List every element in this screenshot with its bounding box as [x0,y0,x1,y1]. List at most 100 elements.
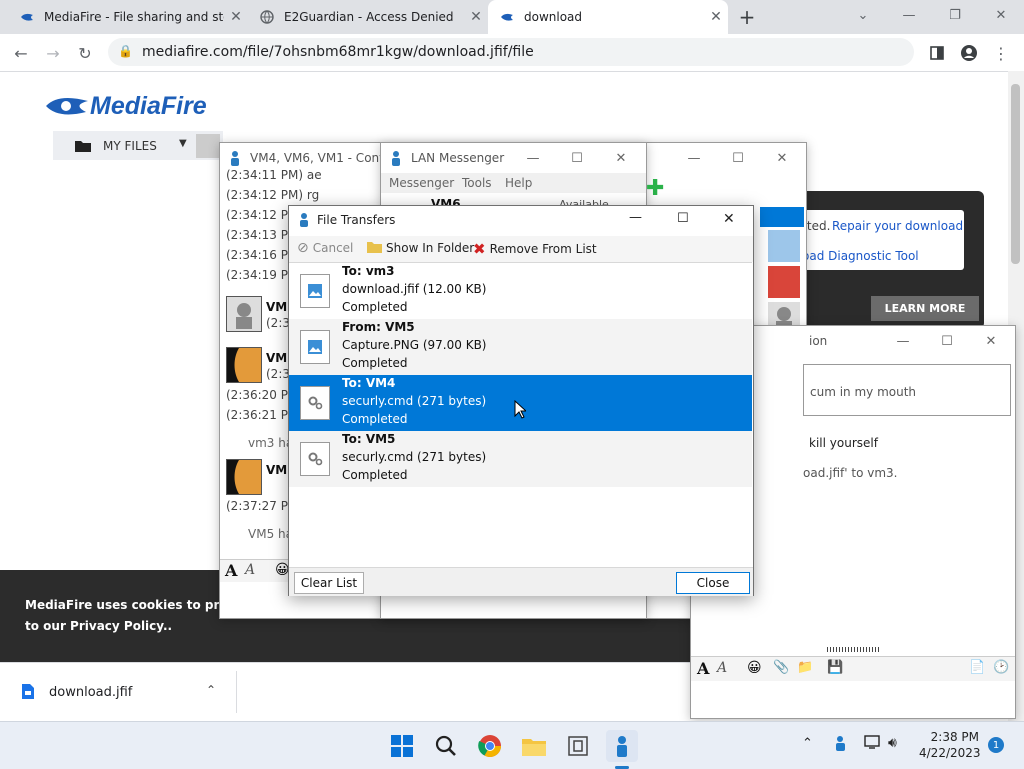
transfer-header: To: VM5 [342,432,396,446]
minimize-icon[interactable]: — [881,326,925,356]
profile-icon[interactable] [956,40,982,66]
close-tab-icon[interactable]: ✕ [464,9,488,25]
file-transfers-titlebar: File Transfers — ☐ ✕ [289,206,753,234]
file-explorer-icon[interactable] [518,730,550,762]
transfer-row[interactable]: To: vm3 download.jfif (12.00 KB) Complet… [289,263,752,319]
add-contact-icon[interactable]: ✚ [646,176,668,201]
chevron-up-icon[interactable]: ⌃ [206,683,216,697]
download-item-name[interactable]: download.jfif [49,685,132,700]
folder-icon [75,139,91,155]
close-tab-icon[interactable]: ✕ [224,9,248,25]
chrome-icon[interactable] [474,730,506,762]
repair-download-link[interactable]: Repair your download [832,219,963,233]
close-icon[interactable]: ✕ [760,143,804,173]
emoticon-icon[interactable]: 😀 [747,660,762,676]
lock-icon: 🔒 [118,44,133,58]
diagnostic-tool-link[interactable]: oad Diagnostic Tool [802,249,919,263]
volume-icon[interactable]: 🔊︎ [888,735,897,751]
reload-icon[interactable]: ↻ [72,40,98,66]
forward-icon[interactable]: → [40,40,66,66]
font-color-icon[interactable]: A [717,660,727,676]
tab-search-icon[interactable]: ⌄ [840,0,886,30]
tab-e2guardian[interactable]: E2Guardian - Access Denied ✕ [248,0,488,34]
user-avatar[interactable] [196,134,220,158]
chat-message: (2:34:11 PM) ae [226,168,322,182]
minimize-icon[interactable]: — [511,143,555,173]
show-in-folder-button[interactable]: Show In Folder [367,240,474,256]
close-tab-icon[interactable]: ✕ [704,9,728,25]
close-window-icon[interactable]: ✕ [978,0,1024,30]
selected-contact[interactable] [760,207,804,227]
cancel-button[interactable]: ⊘ Cancel [297,240,353,256]
network-icon[interactable] [864,734,882,753]
app-icon[interactable] [562,730,594,762]
search-icon[interactable] [430,730,462,762]
send-file-icon[interactable]: 📎 [773,660,789,675]
close-icon[interactable]: ✕ [969,326,1013,356]
side-panel-icon[interactable] [924,40,950,66]
tab-title: download [524,10,583,24]
more-menu-icon[interactable]: ⋮ [988,40,1014,66]
transfer-row[interactable]: To: VM5 securly.cmd (271 bytes) Complete… [289,431,752,487]
remove-x-icon: ✖ [473,240,486,258]
minimize-icon[interactable]: — [886,0,932,30]
maximize-icon[interactable]: ☐ [925,326,969,356]
transfer-file: securly.cmd (271 bytes) [342,450,487,464]
transcript-icon[interactable]: 📄 [969,660,985,675]
back-icon[interactable]: ← [8,40,34,66]
message-text: cum in my mouth [810,385,917,399]
tab-download[interactable]: download ✕ [488,0,728,34]
url-text: mediafire.com/file/7ohsnbm68mr1kgw/downl… [142,44,534,60]
resize-grip[interactable] [827,647,881,652]
windows-start-icon[interactable] [386,730,418,762]
privacy-policy-link[interactable]: to our Privacy Policy.. [25,619,172,633]
chevron-up-icon[interactable]: ⌃ [802,736,813,751]
mediafire-favicon-icon [20,10,34,24]
avatar [226,347,262,383]
mediafire-logo[interactable]: MediaFire [44,92,207,121]
address-bar[interactable]: 🔒 mediafire.com/file/7ohsnbm68mr1kgw/dow… [108,38,914,66]
transfer-row[interactable]: From: VM5 Capture.PNG (97.00 KB) Complet… [289,319,752,375]
clock-time[interactable]: 2:38 PM [929,730,979,744]
clock-date[interactable]: 4/22/2023 [919,746,981,760]
chat-message: (2:3 [266,316,290,330]
save-icon[interactable]: 💾 [827,660,843,675]
restore-icon[interactable]: ❐ [932,0,978,30]
chevron-down-icon[interactable]: ▼ [179,138,187,149]
close-icon[interactable]: ✕ [723,211,735,227]
lan-messenger-tray-icon[interactable] [834,735,847,754]
maximize-icon[interactable]: ☐ [716,143,760,173]
minimize-icon[interactable]: — [629,210,642,225]
font-color-icon[interactable]: A [245,562,255,578]
notification-badge[interactable]: 1 [988,737,1004,753]
remove-from-list-button[interactable]: ✖ Remove From List [473,240,597,258]
font-icon[interactable]: A [697,659,709,678]
mouse-cursor-icon [514,399,528,422]
close-button[interactable]: Close [676,572,750,594]
transfer-status: Completed [342,468,408,482]
new-tab-button[interactable]: + [736,6,758,28]
folder-icon [367,240,382,256]
send-folder-icon[interactable]: 📁 [797,660,813,675]
menu-help[interactable]: Help [505,176,532,190]
font-icon[interactable]: A [225,561,237,580]
chat-notice: VM5 ha [248,527,293,541]
lan-messenger-taskbar-icon[interactable] [606,730,638,762]
menu-messenger[interactable]: Messenger [389,176,454,190]
avatar [768,266,800,298]
mediafire-flame-icon [46,97,88,115]
learn-more-button[interactable]: LEARN MORE [871,296,979,321]
maximize-icon[interactable]: ☐ [555,143,599,173]
chat-message: (2:3 [266,367,290,381]
my-files-label: MY FILES [103,139,157,153]
minimize-icon[interactable]: — [672,143,716,173]
tab-mediafire[interactable]: MediaFire - File sharing and storage ✕ [8,0,248,34]
maximize-icon[interactable]: ☐ [677,211,689,226]
menu-tools[interactable]: Tools [462,176,492,190]
scrollbar-thumb[interactable] [1011,84,1020,264]
transfer-status: Completed [342,300,408,314]
history-icon[interactable]: 🕑 [993,660,1009,675]
close-icon[interactable]: ✕ [599,143,643,173]
clear-list-button[interactable]: Clear List [294,572,364,594]
avatar [768,230,800,262]
